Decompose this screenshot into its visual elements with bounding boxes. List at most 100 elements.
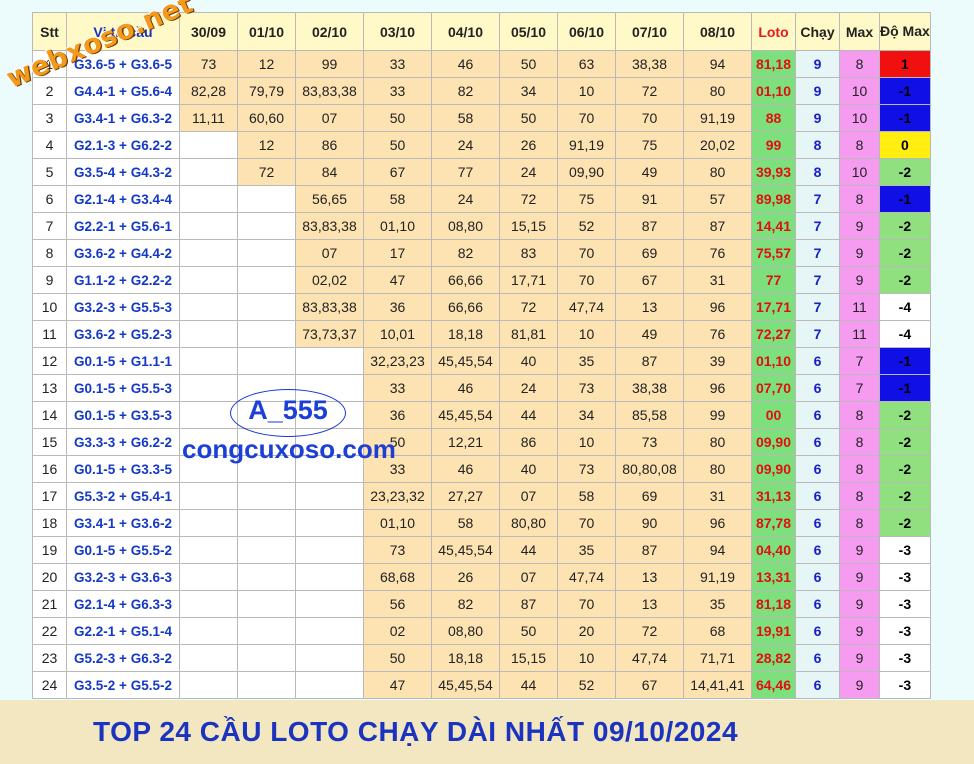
date-value-cell: 35 — [683, 590, 752, 618]
date-value-cell: 80,80,08 — [615, 455, 684, 483]
date-value-cell: 81,81 — [499, 320, 558, 348]
date-value-cell — [179, 671, 238, 699]
table-row: 7 G2.2-1 + G5.6-1 83,83,38 01,10 08,80 15,15 5… — [32, 212, 931, 240]
table-row: 1 G3.6-5 + G3.6-5 73 12 99 33 46 50 63 38,38 94 81,… — [32, 50, 931, 78]
date-value-cell: 17,71 — [499, 266, 558, 294]
date-value-cell: 15,15 — [499, 212, 558, 240]
max-cell: 8 — [839, 185, 880, 213]
date-value-cell: 70 — [557, 266, 616, 294]
date-value-cell: 33 — [363, 50, 432, 78]
date-value-cell: 50 — [499, 617, 558, 645]
row-index: 17 — [32, 482, 67, 510]
date-value-cell: 73 — [557, 455, 616, 483]
max-cell: 8 — [839, 428, 880, 456]
max-cell: 8 — [839, 482, 880, 510]
date-value-cell: 80 — [683, 455, 752, 483]
max-cell: 10 — [839, 158, 880, 186]
date-value-cell: 38,38 — [615, 374, 684, 402]
table-row: 20 G3.2-3 + G3.6-3 68,68 26 07 47,74 13 91,19 13… — [32, 563, 931, 591]
do-max-cell: -2 — [879, 212, 931, 240]
row-index: 14 — [32, 401, 67, 429]
date-value-cell: 13 — [615, 590, 684, 618]
run-count-cell: 9 — [795, 104, 840, 132]
date-value-cell — [295, 482, 364, 510]
date-value-cell: 79,79 — [237, 77, 296, 105]
date-value-cell: 47 — [363, 266, 432, 294]
date-value-cell — [237, 671, 296, 699]
column-header: 01/10 — [237, 12, 296, 51]
date-value-cell: 33 — [363, 374, 432, 402]
run-count-cell: 6 — [795, 509, 840, 537]
loto-cell: 89,98 — [751, 185, 796, 213]
date-value-cell: 68 — [683, 617, 752, 645]
date-value-cell: 82,28 — [179, 77, 238, 105]
do-max-cell: -2 — [879, 401, 931, 429]
date-value-cell: 44 — [499, 536, 558, 564]
max-cell: 9 — [839, 212, 880, 240]
date-value-cell: 91 — [615, 185, 684, 213]
row-index: 3 — [32, 104, 67, 132]
position-pair: G0.1-5 + G3.3-5 — [66, 455, 180, 483]
column-header: Chạy — [795, 12, 840, 51]
table-row: 9 G1.1-2 + G2.2-2 02,02 47 66,66 17,71 70 67 31 7… — [32, 266, 931, 294]
date-value-cell: 26 — [431, 563, 500, 591]
max-cell: 9 — [839, 590, 880, 618]
position-pair: G5.3-2 + G5.4-1 — [66, 482, 180, 510]
run-count-cell: 7 — [795, 266, 840, 294]
date-value-cell — [295, 563, 364, 591]
do-max-cell: -2 — [879, 158, 931, 186]
run-count-cell: 8 — [795, 158, 840, 186]
date-value-cell: 45,45,54 — [431, 347, 500, 375]
date-value-cell: 70 — [615, 104, 684, 132]
row-index: 8 — [32, 239, 67, 267]
date-value-cell: 36 — [363, 293, 432, 321]
date-value-cell — [179, 617, 238, 645]
row-index: 9 — [32, 266, 67, 294]
date-value-cell: 24 — [431, 131, 500, 159]
row-index: 18 — [32, 509, 67, 537]
position-pair: G0.1-5 + G3.5-3 — [66, 401, 180, 429]
watermark-code: A_555 — [248, 395, 328, 425]
row-index: 23 — [32, 644, 67, 672]
date-value-cell: 40 — [499, 347, 558, 375]
max-cell: 8 — [839, 401, 880, 429]
position-pair: G3.4-1 + G3.6-2 — [66, 509, 180, 537]
date-value-cell: 69 — [615, 239, 684, 267]
date-value-cell — [179, 212, 238, 240]
date-value-cell: 17 — [363, 239, 432, 267]
position-pair: G2.1-4 + G3.4-4 — [66, 185, 180, 213]
date-value-cell — [237, 536, 296, 564]
run-count-cell: 6 — [795, 428, 840, 456]
date-value-cell: 68,68 — [363, 563, 432, 591]
row-index: 13 — [32, 374, 67, 402]
date-value-cell: 49 — [615, 158, 684, 186]
loto-cell: 87,78 — [751, 509, 796, 537]
run-count-cell: 6 — [795, 482, 840, 510]
run-count-cell: 6 — [795, 347, 840, 375]
date-value-cell: 33 — [363, 77, 432, 105]
table-row: 24 G3.5-2 + G5.5-2 47 45,45,54 44 52 67 14,41,4… — [32, 671, 931, 699]
date-value-cell: 01,10 — [363, 212, 432, 240]
max-cell: 9 — [839, 536, 880, 564]
date-value-cell: 45,45,54 — [431, 401, 500, 429]
date-value-cell — [179, 401, 238, 429]
date-value-cell — [237, 509, 296, 537]
table-row: 4 G2.1-3 + G6.2-2 12 86 50 24 26 91,19 75 20,02 99… — [32, 131, 931, 159]
date-value-cell — [179, 185, 238, 213]
do-max-cell: -3 — [879, 644, 931, 672]
loto-cell: 07,70 — [751, 374, 796, 402]
run-count-cell: 6 — [795, 671, 840, 699]
date-value-cell: 38,38 — [615, 50, 684, 78]
run-count-cell: 8 — [795, 131, 840, 159]
position-pair: G0.1-5 + G5.5-3 — [66, 374, 180, 402]
do-max-cell: -1 — [879, 104, 931, 132]
max-cell: 8 — [839, 455, 880, 483]
date-value-cell: 60,60 — [237, 104, 296, 132]
date-value-cell: 96 — [683, 509, 752, 537]
do-max-cell: 1 — [879, 50, 931, 78]
date-value-cell: 24 — [499, 158, 558, 186]
date-value-cell: 80 — [683, 77, 752, 105]
date-value-cell: 49 — [615, 320, 684, 348]
run-count-cell: 9 — [795, 50, 840, 78]
max-cell: 8 — [839, 50, 880, 78]
